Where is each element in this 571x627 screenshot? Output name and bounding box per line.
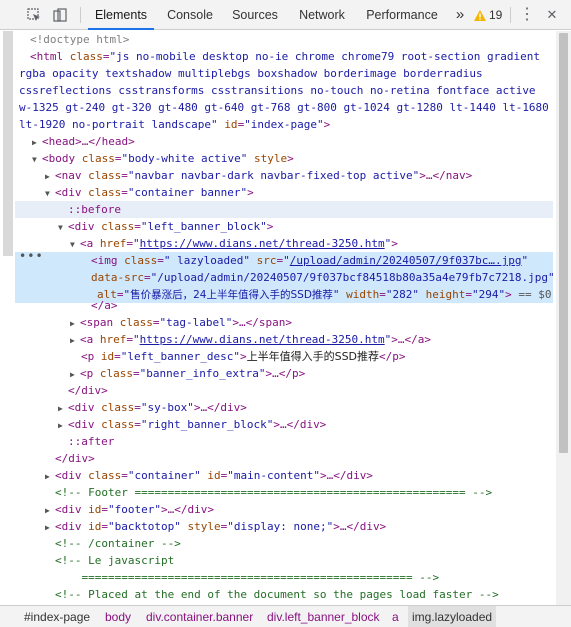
breadcrumb-index-page[interactable]: #index-page (20, 606, 94, 627)
expand-triangle-icon[interactable]: ▶ (58, 417, 68, 434)
collapse-triangle-icon[interactable]: ▼ (58, 219, 68, 236)
dom-node-html-cont: rgba opacity textshadow multiplebgs boxs… (19, 67, 483, 80)
dom-node-a[interactable]: ▼ <a href="https://www.dians.net/thread-3… (15, 235, 553, 252)
dom-node-nav[interactable]: ▶ <nav class="navbar navbar-dark navbar-f… (15, 167, 553, 184)
tab-elements[interactable]: Elements (88, 0, 154, 30)
collapse-triangle-icon[interactable]: ▼ (32, 151, 42, 168)
warning-icon (474, 9, 486, 21)
tab-network[interactable]: Network (293, 0, 351, 30)
dom-node-right-banner[interactable]: ▶ <div class="right_banner_block">…</div> (15, 416, 553, 433)
dom-comment-container[interactable]: <!-- /container --> (15, 535, 553, 552)
breadcrumb-body[interactable]: body (101, 606, 135, 627)
inspect-element-icon[interactable] (24, 0, 44, 30)
dom-node-backtotop[interactable]: ▶ <div id="backtotop" style="display: non… (15, 518, 553, 535)
more-tabs-button[interactable]: » (450, 0, 470, 30)
expand-triangle-icon[interactable]: ▶ (45, 519, 55, 536)
dom-node-main-content[interactable]: ▶ <div class="container" id="main-content… (15, 467, 553, 484)
node-actions-ellipsis-icon[interactable]: ••• (19, 249, 44, 263)
expand-triangle-icon[interactable]: ▶ (70, 366, 80, 383)
href-link[interactable]: https://www.dians.net/thread-3250.htm (140, 237, 385, 250)
expand-triangle-icon[interactable]: ▶ (32, 134, 42, 151)
warning-count: 19 (489, 8, 503, 22)
breadcrumb-a[interactable]: a (388, 606, 403, 627)
doctype-line[interactable]: <!doctype html> (15, 31, 553, 48)
dom-node-sy-box[interactable]: ▶ <div class="sy-box">…</div> (15, 399, 553, 416)
dom-comment-javascript[interactable]: <!-- Le javascript (15, 552, 553, 569)
dom-node-footer[interactable]: ▶ <div id="footer">…</div> (15, 501, 553, 518)
dom-node-div-close[interactable]: </div> (15, 450, 553, 467)
dom-comment-footer[interactable]: <!-- Footer ============================… (15, 484, 553, 501)
dom-node-head[interactable]: ▶ <head>…</head> (15, 133, 553, 150)
dom-node-after[interactable]: ::after (15, 433, 553, 450)
close-icon[interactable]: ✕ (543, 0, 561, 30)
dom-node-html-cont: cssreflections csstransforms csstransiti… (19, 84, 536, 97)
dom-node-body[interactable]: ▼ <body class="body-white active" style> (15, 150, 553, 167)
breadcrumb: #index-page body div.container.banner di… (0, 605, 571, 627)
dom-tree: <!doctype html> <html class="js no-mobil… (15, 31, 571, 605)
breadcrumb-div-container-banner[interactable]: div.container.banner (142, 606, 257, 627)
expand-triangle-icon[interactable]: ▶ (70, 315, 80, 332)
dom-comment-placed[interactable]: <!-- Placed at the end of the document s… (15, 586, 553, 603)
dom-node-div-banner[interactable]: ▼ <div class="container banner"> (15, 184, 553, 201)
left-panel-scrollbar[interactable] (3, 31, 13, 256)
dom-node-span-tag-label[interactable]: ▶ <span class="tag-label">…</span> (15, 314, 553, 331)
warnings-counter[interactable]: 19 (474, 0, 502, 30)
dom-node-html[interactable]: <html class="js no-mobile desktop no-ie … (15, 48, 553, 65)
expand-triangle-icon[interactable]: ▶ (45, 468, 55, 485)
dom-comment-javascript-cont: ========================================… (55, 571, 440, 584)
dom-node-img-selected-cont: data-src="/upload/admin/20240507/9f037bc… (15, 269, 555, 286)
device-toolbar-icon[interactable] (50, 0, 70, 30)
tab-performance[interactable]: Performance (362, 0, 442, 30)
toolbar-divider (510, 7, 511, 23)
collapse-triangle-icon[interactable]: ▼ (45, 185, 55, 202)
dom-node-a-close[interactable]: </a> (15, 297, 553, 314)
tab-sources[interactable]: Sources (227, 0, 283, 30)
dom-node-div-left[interactable]: ▼ <div class="left_banner_block"> (15, 218, 553, 235)
devtools-toolbar: Elements Console Sources Network Perform… (0, 0, 571, 30)
dom-node-before[interactable]: ::before (15, 201, 553, 218)
dom-node-div-close[interactable]: </div> (15, 382, 553, 399)
dom-node-html-cont: lt-1920 no-portrait landscape" id="index… (19, 118, 331, 131)
tab-console[interactable]: Console (160, 0, 220, 30)
dom-node-img-selected[interactable]: <img class=" lazyloaded" src="/upload/ad… (15, 252, 553, 269)
breadcrumb-div-left-banner-block[interactable]: div.left_banner_block (263, 606, 384, 627)
toolbar-divider (80, 7, 81, 23)
collapse-triangle-icon[interactable]: ▼ (70, 236, 80, 253)
dom-node-html-cont: w-1325 gt-240 gt-320 gt-480 gt-640 gt-76… (19, 101, 549, 114)
expand-triangle-icon[interactable]: ▶ (70, 332, 80, 349)
expand-triangle-icon[interactable]: ▶ (45, 502, 55, 519)
dom-node-p-extra[interactable]: ▶ <p class="banner_info_extra">…</p> (15, 365, 553, 382)
dom-node-p-desc[interactable]: <p id="left_banner_desc">上半年值得入手的SSD推荐</… (15, 348, 553, 365)
kebab-menu-icon[interactable]: ⋮ (518, 0, 536, 30)
expand-triangle-icon[interactable]: ▶ (58, 400, 68, 417)
img-src-link[interactable]: /upload/admin/20240507/9f037bc….jpg (290, 254, 522, 267)
dom-node-a-2[interactable]: ▶ <a href="https://www.dians.net/thread-3… (15, 331, 553, 348)
expand-triangle-icon[interactable]: ▶ (45, 168, 55, 185)
scrollbar-thumb[interactable] (559, 33, 568, 453)
href-link[interactable]: https://www.dians.net/thread-3250.htm (140, 333, 385, 346)
breadcrumb-img-lazyloaded[interactable]: img.lazyloaded (408, 606, 497, 627)
